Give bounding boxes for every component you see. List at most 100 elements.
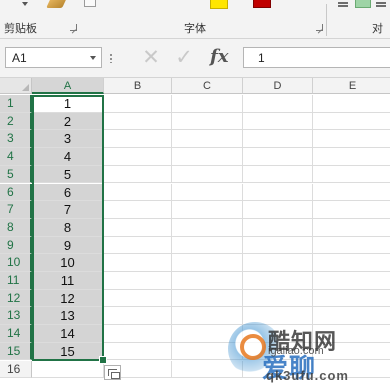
cell-d3[interactable] [243,130,313,149]
cell-d12[interactable] [243,289,313,308]
select-all-button[interactable] [0,78,32,94]
cell-b6[interactable] [104,183,172,202]
cell-b5[interactable] [104,165,172,184]
row-header-11[interactable]: 11 [0,272,32,290]
cell-b14[interactable] [104,325,172,343]
cell-c10[interactable] [172,254,243,272]
enter-check-icon[interactable]: ✓ [173,47,195,69]
cell-a3[interactable]: 3 [32,130,104,149]
cell-a5[interactable]: 5 [32,165,104,184]
column-header-e[interactable]: E [313,78,390,94]
fill-handle[interactable] [99,355,107,364]
cell-d4[interactable] [243,148,313,166]
cell-c8[interactable] [172,218,243,237]
cell-b9[interactable] [104,236,172,255]
cell-b11[interactable] [104,272,172,290]
cell-e8[interactable] [313,219,390,237]
cell-d9[interactable] [243,236,313,255]
cell-b3[interactable] [104,130,172,149]
cell-c13[interactable] [172,307,243,326]
paste-dropdown-arrow-icon[interactable] [22,2,28,6]
cell-c3[interactable] [172,130,243,149]
cell-a14[interactable]: 14 [32,325,104,343]
cell-a11[interactable]: 11 [32,272,104,290]
cell-b13[interactable] [104,307,172,326]
cancel-icon[interactable]: ✕ [140,47,162,69]
cell-e5[interactable] [313,166,390,184]
cell-a4[interactable]: 4 [32,148,104,166]
cell-c16[interactable] [172,360,243,379]
align-bottom-icon[interactable] [376,2,386,4]
fill-color-icon[interactable] [210,0,228,9]
cell-e4[interactable] [313,148,390,166]
row-header-15[interactable]: 15 [0,342,32,361]
row-header-9[interactable]: 9 [0,236,32,255]
name-box[interactable]: A1 [5,47,102,68]
cell-e2[interactable] [313,113,390,131]
cell-c7[interactable] [172,201,243,219]
column-header-d[interactable]: D [243,78,313,94]
row-header-10[interactable]: 10 [0,254,32,272]
cell-c1[interactable] [172,95,243,113]
cell-a2[interactable]: 2 [32,112,104,131]
cell-b12[interactable] [104,289,172,308]
cell-c11[interactable] [172,272,243,290]
font-dialog-launcher-icon[interactable] [316,24,323,31]
cell-d1[interactable] [243,95,313,113]
cell-a7[interactable]: 7 [32,201,104,219]
row-header-1[interactable]: 1 [0,95,32,113]
formula-bar-resize-handle[interactable] [110,53,112,63]
formula-input[interactable]: 1 [243,47,390,68]
cell-e13[interactable] [313,307,390,326]
cell-c14[interactable] [172,325,243,343]
cell-c15[interactable] [172,342,243,361]
font-color-icon[interactable] [253,0,271,8]
cell-d16[interactable] [243,360,313,379]
cell-d13[interactable] [243,307,313,326]
cell-e7[interactable] [313,201,390,219]
cell-e1[interactable] [313,95,390,113]
cell-b15[interactable] [104,342,172,361]
row-header-3[interactable]: 3 [0,130,32,149]
cell-b10[interactable] [104,254,172,272]
cell-e15[interactable] [313,343,390,361]
cell-e16[interactable] [313,361,390,379]
cell-a16[interactable] [32,360,104,379]
cell-d8[interactable] [243,218,313,237]
cell-d7[interactable] [243,201,313,219]
cell-c6[interactable] [172,183,243,202]
cell-e14[interactable] [313,325,390,343]
cell-d15[interactable] [243,342,313,361]
cell-e6[interactable] [313,184,390,202]
cell-b2[interactable] [104,112,172,131]
cell-c9[interactable] [172,236,243,255]
cell-a9[interactable]: 9 [32,236,104,255]
worksheet-grid[interactable]: A B C D E 1 1 2 2 3 3 4 4 5 5 6 6 7 7 8 8 9 9 10 10 11 11 12 12 13 13 1… [0,78,390,390]
cell-e10[interactable] [313,254,390,272]
row-header-16[interactable]: 16 [0,360,32,379]
column-header-c[interactable]: C [172,78,243,94]
align-middle-icon[interactable] [355,0,371,8]
cell-a13[interactable]: 13 [32,307,104,326]
cell-a8[interactable]: 8 [32,218,104,237]
insert-function-icon[interactable]: fx [210,46,228,67]
cell-d10[interactable] [243,254,313,272]
cell-b7[interactable] [104,201,172,219]
font-style-button-icon[interactable] [84,0,96,7]
cell-e11[interactable] [313,272,390,290]
quick-analysis-button[interactable] [104,364,121,380]
cell-d11[interactable] [243,272,313,290]
row-header-2[interactable]: 2 [0,112,32,131]
cell-d14[interactable] [243,325,313,343]
name-box-dropdown-icon[interactable] [90,56,96,60]
cell-c5[interactable] [172,165,243,184]
format-painter-icon[interactable] [46,0,66,8]
row-header-6[interactable]: 6 [0,183,32,202]
cell-a10[interactable]: 10 [32,254,104,272]
cell-d6[interactable] [243,183,313,202]
cell-d2[interactable] [243,112,313,131]
column-header-a[interactable]: A [32,78,104,94]
cell-e9[interactable] [313,237,390,255]
cell-e12[interactable] [313,290,390,308]
cell-a1[interactable]: 1 [32,95,104,113]
